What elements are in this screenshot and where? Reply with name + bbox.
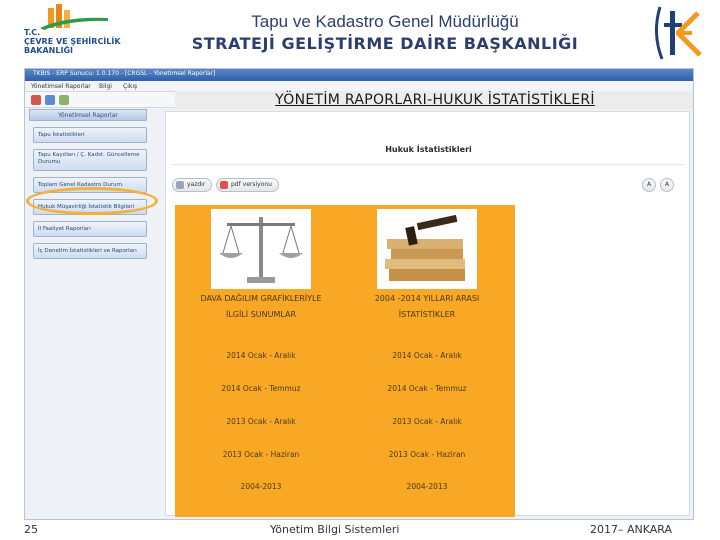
column-heading-istatistikler: 2004 -2014 YILLARI ARASI İSTATİSTİKLER: [347, 291, 507, 323]
sidebar-item-tapu-kayitlari[interactable]: Tapu Kayıtları / Ç. Kadst. Güncelleme Du…: [33, 149, 147, 171]
report-link[interactable]: 2014 Ocak - Aralık: [181, 351, 341, 360]
panel-title: Hukuk İstatistikleri: [385, 145, 472, 154]
report-link[interactable]: 2013 Ocak - Aralık: [347, 417, 507, 426]
divider: [172, 164, 684, 165]
column-heading-dava-dagilim: DAVA DAĞILIM GRAFİKLERİYLE İLGİLİ SUNUML…: [181, 291, 341, 323]
report-link[interactable]: 2013 Ocak - Haziran: [181, 450, 341, 459]
slide-footer: 25 Yönetim Bilgi Sistemleri 2017– ANKARA: [0, 520, 720, 540]
report-link[interactable]: 2014 Ocak - Temmuz: [347, 384, 507, 393]
gavel-books-icon: [377, 209, 477, 289]
ministry-logo: T.C. ÇEVRE VE ŞEHİRCİLİK BAKANLIĞI: [20, 2, 140, 66]
reports-grid: DAVA DAĞILIM GRAFİKLERİYLE İLGİLİ SUNUML…: [175, 205, 515, 517]
column-heading-line: 2004 -2014 YILLARI ARASI: [374, 294, 480, 303]
print-button[interactable]: yazdır: [172, 178, 213, 192]
app-window: TKBIS - ERP Sunucu: 1.0.170 - [CRGSL - Y…: [24, 68, 694, 520]
printer-icon: [176, 181, 184, 189]
header-title: Tapu ve Kadastro Genel Müdürlüğü: [251, 12, 519, 31]
ministry-name: T.C. ÇEVRE VE ŞEHİRCİLİK BAKANLIĞI: [24, 28, 121, 55]
report-link[interactable]: 2004-2013: [347, 482, 507, 491]
sidebar-header: Yönetimsel Raporlar: [29, 109, 147, 121]
menu-item-info[interactable]: Bilgi: [99, 83, 112, 90]
report-link[interactable]: 2014 Ocak - Aralık: [347, 351, 507, 360]
report-link[interactable]: 2004-2013: [181, 482, 341, 491]
report-link[interactable]: 2013 Ocak - Aralık: [181, 417, 341, 426]
highlight-ring: [26, 187, 158, 215]
font-decrease-button[interactable]: A: [660, 178, 674, 192]
column-heading-line: İLGİLİ SUNUMLAR: [225, 310, 297, 319]
font-increase-button[interactable]: A: [642, 178, 656, 192]
refresh-icon[interactable]: [45, 95, 55, 105]
column-heading-line: İSTATİSTİKLER: [398, 310, 456, 319]
slide-header: T.C. ÇEVRE VE ŞEHİRCİLİK BAKANLIĞI Tapu …: [0, 0, 720, 68]
footer-right-text: 2017– ANKARA: [590, 523, 673, 536]
content-panel: Hukuk İstatistikleri yazdır pdf versiyon…: [165, 111, 690, 517]
column-heading-line: DAVA DAĞILIM GRAFİKLERİYLE: [200, 294, 322, 303]
window-title: TKBIS - ERP Sunucu: 1.0.170 - [CRGSL - Y…: [33, 70, 216, 77]
footer-center-text: Yönetim Bilgi Sistemleri: [270, 523, 400, 536]
print-label: yazdır: [187, 181, 206, 188]
pdf-icon: [220, 181, 228, 189]
tkgm-logo-icon: [648, 3, 710, 63]
pdf-label: pdf versiyonu: [231, 181, 272, 188]
sidebar-item-tapu-istatistikleri[interactable]: Tapu İstatistikleri: [33, 127, 147, 143]
home-icon[interactable]: [31, 95, 41, 105]
report-link[interactable]: 2013 Ocak - Haziran: [347, 450, 507, 459]
sidebar-item-il-faaliyet[interactable]: İl Faaliyet Raporları: [33, 221, 147, 237]
menu-item-exit[interactable]: Çıkış: [123, 83, 137, 90]
scales-of-justice-icon: [211, 209, 311, 289]
sidebar-item-ic-denetim[interactable]: İç Denetim İstatistikleri ve Raporları: [33, 243, 147, 259]
page-number: 25: [24, 523, 38, 536]
window-titlebar: TKBIS - ERP Sunucu: 1.0.170 - [CRGSL - Y…: [25, 69, 693, 81]
menu-item-reports[interactable]: Yönetimsel Raporlar: [31, 83, 91, 90]
header-subtitle: STRATEJİ GELİŞTİRME DAİRE BAŞKANLIĞI: [191, 34, 579, 53]
page-heading: YÖNETİM RAPORLARI-HUKUK İSTATİSTİKLERİ: [175, 91, 693, 109]
report-link[interactable]: 2014 Ocak - Temmuz: [181, 384, 341, 393]
pdf-button[interactable]: pdf versiyonu: [216, 178, 279, 192]
help-icon[interactable]: [59, 95, 69, 105]
